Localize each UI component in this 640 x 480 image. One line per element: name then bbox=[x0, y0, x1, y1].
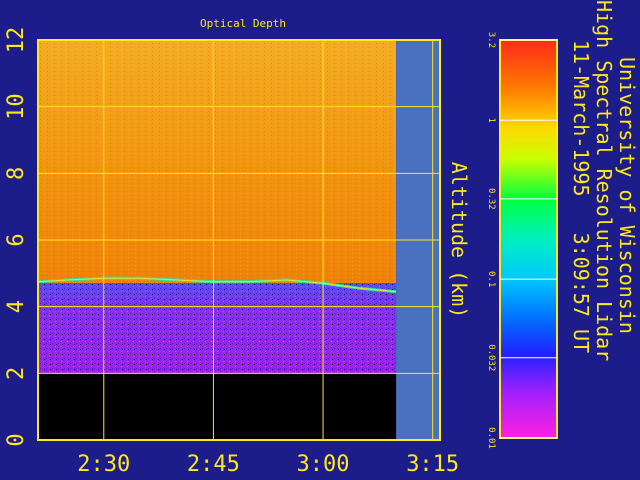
colorbar-tick-label: 3.2 bbox=[486, 32, 496, 48]
colorbar-tick-label: 0.1 bbox=[486, 271, 496, 287]
x-tick-label: 3:15 bbox=[406, 452, 459, 477]
x-tick-label: 2:45 bbox=[187, 452, 240, 477]
colorbar-tick-label: 0.32 bbox=[486, 188, 496, 210]
y-tick-label: 0 bbox=[4, 433, 29, 446]
y-tick-label: 10 bbox=[4, 93, 29, 120]
y-axis-label: Altitude (km) bbox=[447, 162, 471, 319]
colorbar: 3.2 1 0.32 0.1 0.032 0.01 bbox=[486, 32, 558, 449]
colorbar-tick-label: 0.01 bbox=[486, 427, 496, 449]
texture-upper bbox=[38, 40, 397, 284]
header-text: University of Wisconsin High Spectral Re… bbox=[569, 0, 639, 361]
region-no-data bbox=[38, 373, 397, 440]
y-tick-label: 8 bbox=[4, 167, 29, 180]
x-tick-label: 2:30 bbox=[77, 452, 130, 477]
y-tick-label: 12 bbox=[4, 27, 29, 54]
x-tick-label: 3:00 bbox=[297, 452, 350, 477]
colorbar-tick-label: 1 bbox=[486, 118, 496, 123]
instrument-label: High Spectral Resolution Lidar bbox=[592, 0, 616, 361]
y-tick-label: 6 bbox=[4, 233, 29, 246]
chart-title: Optical Depth bbox=[200, 17, 286, 30]
y-tick-label: 4 bbox=[4, 300, 29, 313]
institution-label: University of Wisconsin bbox=[615, 57, 639, 334]
lidar-chart: 0246810122:30 2:45 3:00 3:15 Optical Depth … bbox=[4, 0, 639, 477]
y-tick-label: 2 bbox=[4, 367, 29, 380]
texture-lower bbox=[38, 283, 397, 374]
date-time-label: 11-March-1995 3:09:57 UT bbox=[569, 40, 593, 353]
colorbar-tick-label: 0.032 bbox=[486, 344, 496, 371]
colorbar-gradient bbox=[499, 39, 558, 439]
